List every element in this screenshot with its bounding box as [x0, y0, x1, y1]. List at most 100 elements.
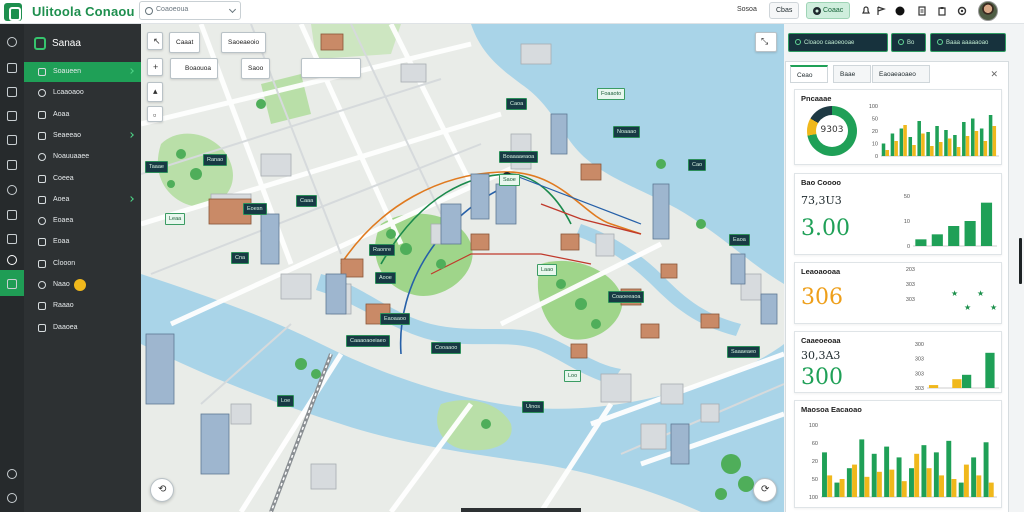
- map-chip-1[interactable]: Saoeaeoio: [221, 32, 267, 53]
- map-label[interactable]: Eaoa: [729, 234, 750, 246]
- map-label[interactable]: Raonre: [369, 244, 396, 256]
- map-chip-0[interactable]: Caaat: [169, 32, 201, 53]
- document-icon[interactable]: [917, 6, 927, 16]
- map-label[interactable]: Foaaoto: [597, 88, 626, 100]
- notification-icon[interactable]: [861, 6, 871, 16]
- card-icon[interactable]: [7, 279, 17, 289]
- card-3: Caaeoeoaa 30,3A3 300 300 303 303 303: [794, 331, 1002, 393]
- map-label[interactable]: Loo: [564, 370, 582, 382]
- map-chip-2[interactable]: Boaouoa: [170, 58, 219, 79]
- map-canvas[interactable]: ↖ + ▴ ▫ ⤡ Caaat Saoeaeoio Boaouoa Saoo T…: [141, 24, 784, 512]
- chevron-down-icon[interactable]: [228, 5, 237, 14]
- panel-scrollbar[interactable]: [1019, 238, 1022, 284]
- map-label[interactable]: Caoa: [506, 98, 528, 110]
- sidebar-item-7[interactable]: Eoaea: [24, 211, 141, 231]
- sidebar-item-6[interactable]: Aoea: [24, 190, 141, 210]
- sidebar-item-1[interactable]: Lcaaoaoo: [24, 83, 141, 103]
- map-chip-3[interactable]: Saoo: [241, 58, 271, 79]
- folder-icon[interactable]: [7, 185, 17, 195]
- map-label[interactable]: Uinos: [522, 401, 545, 413]
- sidebar-item-4[interactable]: Noauuaaee: [24, 147, 141, 167]
- sidebar-item-12[interactable]: Daaoea: [24, 318, 141, 338]
- sidebar-item-2[interactable]: Aoaa: [24, 105, 141, 125]
- flag-icon[interactable]: [876, 6, 886, 16]
- help-icon[interactable]: [7, 469, 17, 479]
- folder-icon: [38, 196, 46, 204]
- map-label[interactable]: Aooe: [375, 272, 396, 284]
- avatar-moon-icon[interactable]: [895, 6, 905, 16]
- chart-bar: [971, 457, 977, 497]
- power-icon[interactable]: [7, 37, 17, 47]
- map-label[interactable]: Caaaoaoeiaeo: [346, 335, 390, 347]
- list-icon: [38, 153, 46, 161]
- map-label[interactable]: Cna: [231, 252, 250, 264]
- compass-icon: ⟳: [761, 484, 770, 495]
- map-label[interactable]: Cao: [688, 159, 707, 171]
- map-label[interactable]: Coaoeeaoa: [608, 291, 645, 303]
- map-label[interactable]: Noaaao: [613, 126, 641, 138]
- top-link[interactable]: Sosoa: [737, 6, 757, 13]
- chart-icon: [38, 132, 46, 140]
- map-label[interactable]: Caaa: [296, 195, 318, 207]
- card-0-donut-label: 9303: [820, 125, 844, 135]
- search-input[interactable]: Coaoeoua: [139, 1, 241, 20]
- map-label[interactable]: Saaaeaeo: [727, 346, 761, 358]
- tab-1[interactable]: Baae: [833, 65, 871, 83]
- chart-icon[interactable]: [7, 160, 17, 170]
- map-locate-button[interactable]: ⟲: [150, 478, 174, 502]
- clipboard-icon[interactable]: [937, 6, 947, 16]
- avatar[interactable]: [978, 1, 998, 21]
- map-label[interactable]: Leaa: [165, 213, 186, 225]
- map-hand-button[interactable]: ▴: [147, 82, 163, 102]
- close-icon[interactable]: ✕: [990, 69, 998, 80]
- sidebar-item-5[interactable]: Coeea: [24, 169, 141, 189]
- chart-bar: [939, 475, 944, 497]
- settings-icon[interactable]: [957, 6, 967, 16]
- tab-0[interactable]: Ceao: [790, 65, 828, 83]
- layers-icon[interactable]: [7, 63, 17, 73]
- top-button[interactable]: Cbas: [769, 2, 800, 19]
- chart-bar: [988, 482, 994, 497]
- map-layer-button[interactable]: ▫: [147, 106, 163, 122]
- sidebar-item-3[interactable]: Seaeeao: [24, 126, 141, 146]
- chart-bar: [985, 352, 995, 388]
- axis-tick-label: 100: [809, 423, 818, 429]
- map-compass-button[interactable]: ⟳: [753, 478, 777, 502]
- map-label[interactable]: Taaae: [145, 161, 168, 173]
- chart-bar: [930, 146, 934, 156]
- star-icon: ★: [977, 289, 985, 298]
- inbox-icon[interactable]: [7, 87, 17, 97]
- panel-top-button-0[interactable]: Cloaoo caaoeooae: [788, 33, 888, 52]
- tab-2[interactable]: Eaoaeaoaeo: [872, 65, 930, 83]
- files-icon[interactable]: [7, 210, 17, 220]
- map-label[interactable]: Laao: [537, 264, 558, 276]
- calendar-icon[interactable]: [7, 111, 17, 121]
- monitor-icon[interactable]: [7, 234, 17, 244]
- clock-icon: [38, 175, 46, 183]
- sidebar-item-0[interactable]: Soaueen: [24, 62, 141, 82]
- map-label[interactable]: Eoesn: [243, 203, 267, 215]
- chart-bar: [928, 385, 939, 388]
- sidebar-item-9[interactable]: Clooon: [24, 254, 141, 274]
- table-icon[interactable]: [7, 135, 17, 145]
- card-1-subvalue: 73,3U3: [801, 194, 842, 207]
- map-label[interactable]: Loe: [277, 395, 295, 407]
- panel-top-button-1[interactable]: Bo: [891, 33, 926, 52]
- map-pan-button[interactable]: +: [147, 58, 163, 76]
- map-expand-button[interactable]: ⤡: [755, 32, 777, 52]
- map-label[interactable]: Ranao: [203, 154, 228, 166]
- sidebar-item-10[interactable]: Naao: [24, 275, 141, 295]
- panel-top-button-2[interactable]: Baaa aaaaaoao: [930, 33, 1006, 52]
- map-pin-icon[interactable]: [7, 255, 17, 265]
- map-chip-empty[interactable]: [301, 58, 361, 78]
- settings-icon[interactable]: [7, 493, 17, 503]
- map-label[interactable]: Cooaaoo: [431, 342, 462, 354]
- sidebar-item-8[interactable]: Eoaa: [24, 232, 141, 252]
- sidebar-item-11[interactable]: Raaao: [24, 296, 141, 316]
- map-label[interactable]: Boaaaaeaoa: [499, 151, 539, 163]
- map-label[interactable]: Saoe: [499, 174, 520, 186]
- map-zoom-in-button[interactable]: ↖: [147, 32, 163, 50]
- map-label[interactable]: Eaoaaoo: [380, 313, 411, 325]
- layers-icon: [38, 89, 46, 97]
- star-icon: ★: [964, 303, 972, 312]
